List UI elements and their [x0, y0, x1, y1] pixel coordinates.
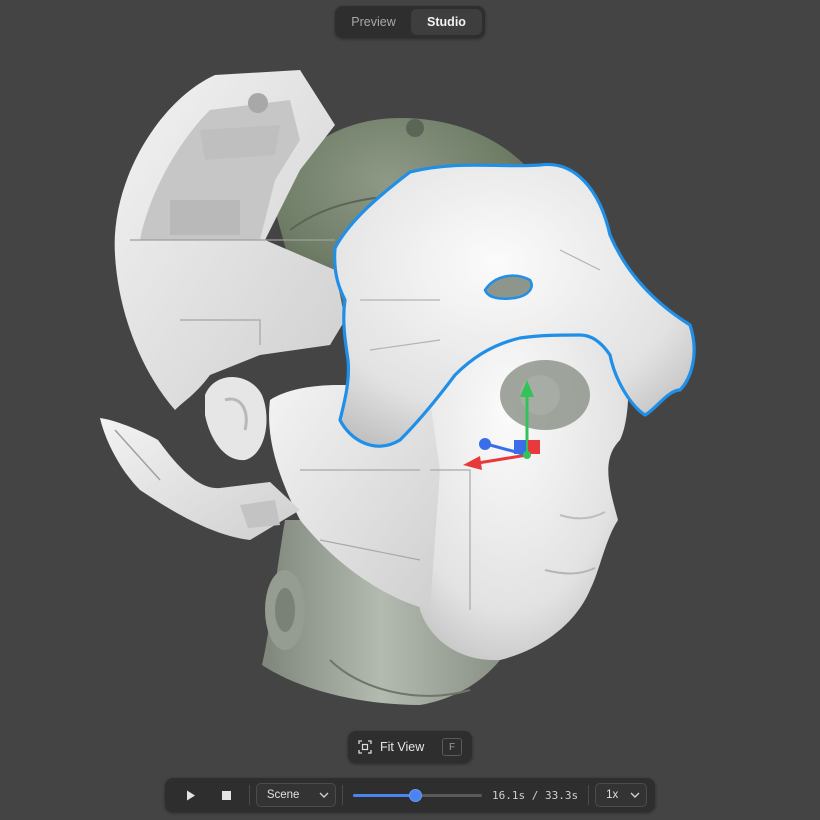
rear-shell-part[interactable]: [114, 70, 346, 410]
shortcut-key-badge: F: [442, 738, 462, 756]
fit-view-label: Fit View: [380, 740, 425, 754]
playback-bar: Scene 16.1s / 33.3s 1x: [165, 778, 655, 812]
mode-toggle: Preview Studio: [335, 6, 485, 38]
divider: [248, 785, 250, 805]
stop-icon: [222, 790, 232, 800]
stop-button[interactable]: [215, 783, 239, 807]
lower-panel-part[interactable]: [100, 418, 300, 540]
timecode: 16.1s / 33.3s: [492, 788, 579, 802]
timeline-handle[interactable]: [409, 788, 423, 802]
timeline-progress: [352, 793, 416, 797]
3d-viewport[interactable]: [0, 0, 820, 820]
ear-part[interactable]: [205, 376, 267, 461]
fit-view-button[interactable]: Fit View F: [348, 731, 472, 763]
scene-select[interactable]: Scene: [255, 783, 336, 807]
speed-select-value: 1x: [606, 789, 619, 801]
play-icon: [186, 790, 195, 800]
speed-select[interactable]: 1x: [595, 783, 647, 807]
divider: [588, 785, 590, 805]
tab-preview[interactable]: Preview: [338, 9, 409, 35]
tab-studio[interactable]: Studio: [411, 9, 482, 35]
play-button[interactable]: [179, 783, 203, 807]
divider: [341, 785, 343, 805]
timeline-slider[interactable]: [352, 788, 483, 802]
chevron-down-icon: [319, 792, 329, 798]
chevron-down-icon: [630, 792, 640, 798]
focus-frame-icon: [358, 740, 372, 754]
scene-select-value: Scene: [266, 789, 300, 801]
